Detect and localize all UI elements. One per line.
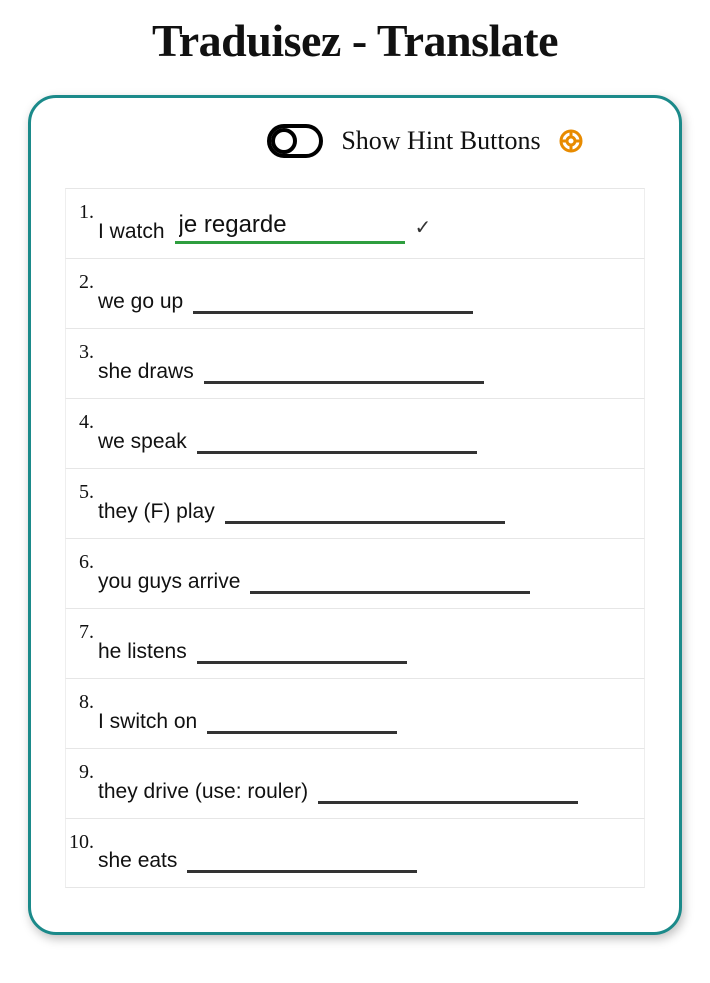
answer-wrap <box>197 421 477 454</box>
question-row: 2.we go up <box>65 258 645 328</box>
answer-wrap: ✓ <box>175 211 432 244</box>
hint-toggle-label: Show Hint Buttons <box>341 126 540 156</box>
question-prompt: they (F) play <box>98 500 215 524</box>
question-row: 10.she eats <box>65 818 645 888</box>
answer-wrap <box>318 771 578 804</box>
answer-wrap <box>225 491 505 524</box>
answer-wrap <box>250 561 530 594</box>
question-prompt: we go up <box>98 290 183 314</box>
answer-input[interactable] <box>207 701 397 734</box>
question-number: 4. <box>66 411 94 434</box>
question-row: 7.he listens <box>65 608 645 678</box>
question-row: 9.they drive (use: rouler) <box>65 748 645 818</box>
question-row: 1.I watch ✓ <box>65 188 645 258</box>
question-prompt: I watch <box>98 220 165 244</box>
answer-wrap <box>197 631 407 664</box>
question-number: 7. <box>66 621 94 644</box>
question-row: 5.they (F) play <box>65 468 645 538</box>
answer-wrap <box>204 351 484 384</box>
question-number: 6. <box>66 551 94 574</box>
question-row: 3.she draws <box>65 328 645 398</box>
answer-input[interactable] <box>250 561 530 594</box>
answer-input[interactable] <box>193 281 473 314</box>
question-number: 2. <box>66 271 94 294</box>
answer-input[interactable] <box>187 840 417 873</box>
question-number: 1. <box>66 201 94 224</box>
exercise-card: Show Hint Buttons 1.I watch✓2.we go up3.… <box>28 95 682 935</box>
question-prompt: she eats <box>98 849 177 873</box>
answer-wrap <box>187 840 417 873</box>
question-number: 10. <box>66 831 94 854</box>
answer-wrap <box>193 281 473 314</box>
question-prompt: he listens <box>98 640 187 664</box>
question-prompt: we speak <box>98 430 187 454</box>
answer-input[interactable] <box>197 421 477 454</box>
hint-toggle[interactable] <box>267 124 323 158</box>
help-icon[interactable] <box>559 129 583 153</box>
question-number: 8. <box>66 691 94 714</box>
answer-input[interactable] <box>318 771 578 804</box>
question-row: 4.we speak <box>65 398 645 468</box>
question-number: 3. <box>66 341 94 364</box>
answer-input[interactable] <box>175 211 405 244</box>
answer-input[interactable] <box>197 631 407 664</box>
question-number: 5. <box>66 481 94 504</box>
answer-input[interactable] <box>204 351 484 384</box>
question-row: 6.you guys arrive <box>65 538 645 608</box>
question-prompt: they drive (use: rouler) <box>98 780 308 804</box>
hint-toggle-row: Show Hint Buttons <box>55 124 655 158</box>
page-title: Traduisez - Translate <box>0 14 710 67</box>
answer-wrap <box>207 701 397 734</box>
check-icon: ✓ <box>415 215 432 244</box>
answer-input[interactable] <box>225 491 505 524</box>
question-prompt: you guys arrive <box>98 570 240 594</box>
question-row: 8.I switch on <box>65 678 645 748</box>
question-list: 1.I watch✓2.we go up3.she draws4.we spea… <box>65 188 645 888</box>
question-prompt: she draws <box>98 360 194 384</box>
question-number: 9. <box>66 761 94 784</box>
question-prompt: I switch on <box>98 710 197 734</box>
